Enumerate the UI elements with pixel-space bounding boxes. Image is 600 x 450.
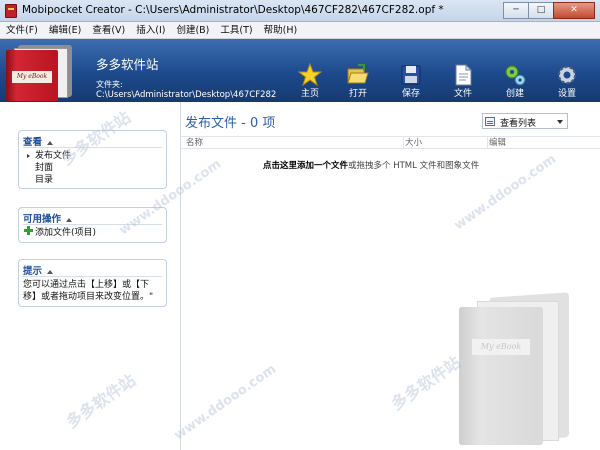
watermark-book-icon: My eBook — [459, 292, 579, 445]
folder-label: 文件夹: — [96, 80, 123, 89]
panel-title: 发布文件 - 0 项 — [185, 116, 276, 131]
settings-label: 设置 — [557, 89, 576, 99]
actions-box: 可用操作 添加文件(项目) — [18, 207, 167, 243]
minimize-button[interactable]: ─ — [503, 2, 529, 19]
book-cover-icon: My eBook — [6, 43, 76, 101]
empty-list-hint: 点击这里添加一个文件或拖拽多个 HTML 文件和图象文件 — [263, 159, 479, 171]
column-name[interactable]: 名称 — [186, 137, 203, 149]
build-label: 创建 — [505, 89, 524, 99]
nav-cover[interactable]: 封面 — [19, 162, 166, 174]
home-label: 主页 — [300, 89, 319, 99]
tips-box-title[interactable]: 提示 — [19, 260, 166, 277]
close-button[interactable]: ✕ — [553, 2, 595, 19]
publish-files-panel: 发布文件 - 0 项 查看列表 名称 大小 编辑 点击这里添加一个文件或拖拽多个… — [180, 102, 600, 450]
column-size[interactable]: 大小 — [405, 137, 422, 149]
drag-hint-text: 或拖拽多个 HTML 文件和图象文件 — [348, 161, 480, 171]
open-button[interactable]: 打开 — [338, 41, 378, 101]
window-title: Mobipocket Creator - C:\Users\Administra… — [22, 4, 444, 16]
settings-gear-icon — [558, 66, 576, 84]
floppy-disk-icon — [401, 65, 421, 85]
save-button[interactable]: 保存 — [391, 41, 431, 101]
title-bar: Mobipocket Creator - C:\Users\Administra… — [0, 0, 600, 22]
watermark-book-label: My eBook — [472, 339, 530, 355]
tip-text: 您可以通过点击【上移】或【下移】或者拖动项目来改变位置。" — [23, 280, 154, 302]
project-name: 多多软件站 — [96, 57, 159, 72]
open-label: 打开 — [348, 89, 367, 99]
project-header: My eBook 多多软件站 文件夹: C:\Users\Administrat… — [0, 39, 600, 102]
menu-view[interactable]: 查看(V) — [92, 22, 125, 38]
list-view-icon — [485, 117, 495, 126]
maximize-button[interactable]: □ — [528, 2, 554, 19]
file-list-header: 名称 大小 编辑 — [181, 136, 600, 149]
nav-publish-files[interactable]: 发布文件 — [19, 150, 166, 162]
open-folder-icon — [347, 64, 369, 84]
file-label: 文件 — [453, 89, 472, 99]
menu-insert[interactable]: 插入(I) — [136, 22, 165, 38]
view-box-title[interactable]: 查看 — [19, 131, 166, 148]
file-icon — [455, 63, 473, 86]
app-icon — [5, 4, 17, 18]
window-controls: ─ □ ✕ — [503, 2, 595, 19]
menu-help[interactable]: 帮助(H) — [264, 22, 298, 38]
add-file-label: 添加文件(项目) — [35, 228, 97, 238]
view-box: 查看 发布文件 封面 目录 — [18, 130, 167, 189]
view-mode-dropdown[interactable]: 查看列表 — [482, 113, 568, 129]
star-icon — [298, 63, 322, 87]
menu-bar: 文件(F) 编辑(E) 查看(V) 插入(I) 创建(B) 工具(T) 帮助(H… — [0, 22, 600, 39]
menu-tools[interactable]: 工具(T) — [220, 22, 252, 38]
settings-button[interactable]: 设置 — [547, 41, 587, 101]
add-file-action[interactable]: 添加文件(项目) — [19, 224, 166, 239]
save-label: 保存 — [401, 89, 420, 99]
column-edit[interactable]: 编辑 — [489, 137, 506, 149]
nav-toc[interactable]: 目录 — [19, 174, 166, 186]
view-mode-label: 查看列表 — [500, 119, 537, 129]
collapse-caret-icon — [47, 140, 54, 145]
build-gears-icon — [505, 65, 526, 86]
collapse-caret-icon — [66, 217, 73, 222]
menu-file[interactable]: 文件(F) — [6, 22, 38, 38]
folder-path: C:\Users\Administrator\Desktop\467CF282 — [96, 90, 277, 100]
menu-build[interactable]: 创建(B) — [176, 22, 209, 38]
collapse-caret-icon — [47, 269, 54, 274]
book-cover-label: My eBook — [12, 71, 52, 83]
tips-box: 提示 您可以通过点击【上移】或【下移】或者拖动项目来改变位置。" — [18, 259, 167, 307]
home-button[interactable]: 主页 — [290, 41, 330, 101]
chevron-down-icon — [557, 120, 563, 124]
add-file-link[interactable]: 点击这里添加一个文件 — [263, 161, 348, 171]
actions-box-title[interactable]: 可用操作 — [19, 208, 166, 225]
file-button[interactable]: 文件 — [443, 41, 483, 101]
build-button[interactable]: 创建 — [495, 41, 535, 101]
task-panel: 查看 发布文件 封面 目录 可用操作 添加文件(项目) 提示 您可以通过点击【上… — [0, 102, 180, 450]
menu-edit[interactable]: 编辑(E) — [49, 22, 81, 38]
